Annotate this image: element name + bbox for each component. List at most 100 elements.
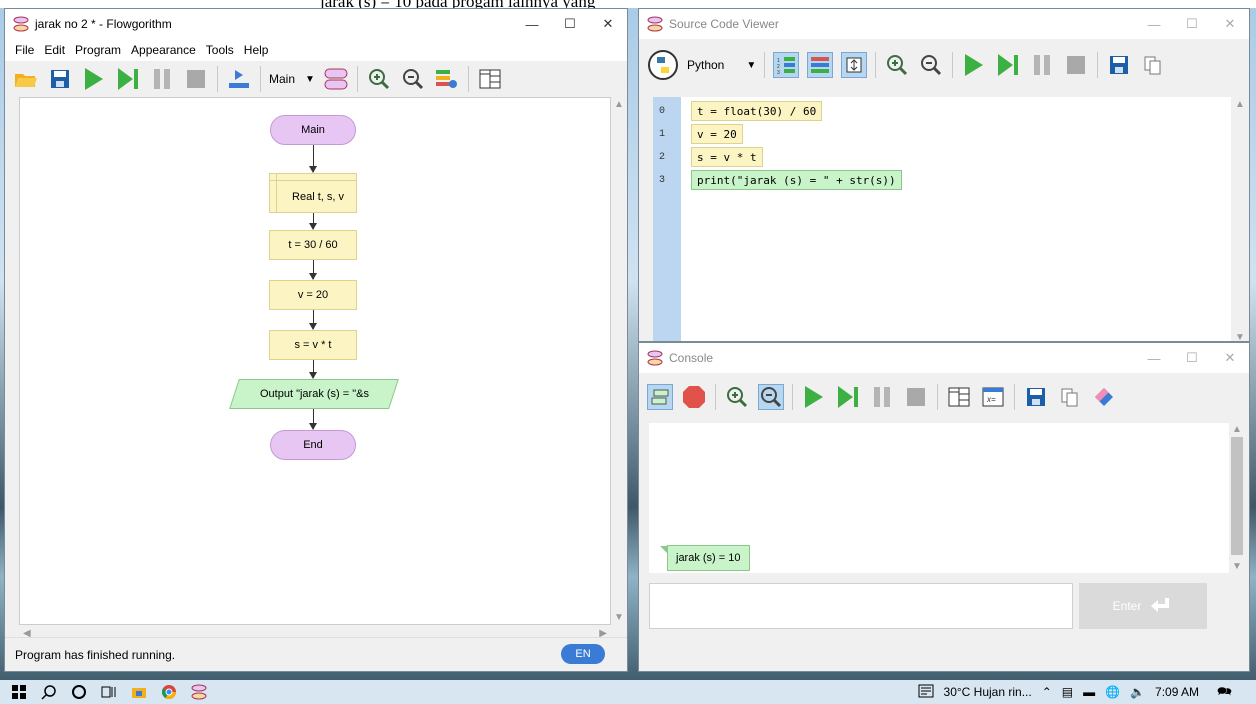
flowchart-output[interactable]: Output "jarak (s) = "&s [229,379,399,409]
step-icon[interactable] [995,52,1021,78]
chart-layout-icon[interactable] [226,66,252,92]
console-output-area[interactable]: jarak (s) = 10 [649,423,1229,573]
line-numbers-icon[interactable]: 123 [773,52,800,78]
scroll-down-icon[interactable]: ▼ [1235,332,1245,341]
file-explorer-icon[interactable] [128,681,150,703]
save-icon[interactable] [1106,52,1132,78]
copy-icon[interactable] [1140,52,1166,78]
language-badge[interactable]: EN [561,644,605,664]
menu-help[interactable]: Help [244,43,269,57]
zoom-out-icon[interactable] [918,52,944,78]
line-number: 0 [659,106,666,117]
close-button[interactable]: ✕ [589,9,627,39]
weather-text[interactable]: 30°C Hujan rin... [944,685,1032,699]
flowgorithm-titlebar[interactable]: jarak no 2 * - Flowgorithm — ☐ ✕ [5,9,627,39]
vertical-scrollbar[interactable]: ▲ ▼ [1231,97,1249,341]
layout-windows-icon[interactable] [477,66,503,92]
volume-icon[interactable]: 🔈 [1130,685,1145,699]
code-area[interactable]: t = float(30) / 60 v = 20 s = v * t prin… [681,97,1239,341]
language-select[interactable]: Python ▼ [687,58,756,72]
console-titlebar[interactable]: Console — ☐ ✕ [639,343,1249,373]
scroll-up-icon[interactable]: ▲ [614,99,624,110]
zoom-in-icon[interactable] [366,66,392,92]
step-icon[interactable] [115,66,141,92]
run-icon[interactable] [961,52,987,78]
close-button[interactable]: ✕ [1211,343,1249,373]
show-chat-icon[interactable] [647,384,673,410]
run-icon[interactable] [801,384,827,410]
menu-tools[interactable]: Tools [206,43,234,57]
stop-icon[interactable] [903,384,929,410]
code-line: s = v * t [691,147,763,167]
flowchart-end[interactable]: End [270,430,356,460]
enter-button[interactable]: Enter [1079,583,1207,629]
pause-icon[interactable] [1029,52,1055,78]
maximize-button[interactable]: ☐ [1173,343,1211,373]
pause-icon[interactable] [869,384,895,410]
copy-icon[interactable] [1057,384,1083,410]
variable-window-icon[interactable]: x= [980,384,1006,410]
maximize-button[interactable]: ☐ [1173,9,1211,39]
function-select[interactable]: Main ▼ [269,72,315,86]
maximize-button[interactable]: ☐ [551,9,589,39]
eraser-icon[interactable] [1091,384,1117,410]
layout-windows-icon[interactable] [946,384,972,410]
network-icon[interactable]: 🌐 [1105,685,1120,699]
enter-return-icon [1149,596,1173,617]
weather-icon[interactable] [918,684,934,701]
step-icon[interactable] [835,384,861,410]
stop-sign-icon[interactable] [681,384,707,410]
task-view-icon[interactable] [98,681,120,703]
variable-watch-icon[interactable] [434,66,460,92]
scroll-down-icon[interactable]: ▼ [1232,561,1242,572]
flowchart-assign-t[interactable]: t = 30 / 60 [269,230,357,260]
save-icon[interactable] [1023,384,1049,410]
console-input-field[interactable] [649,583,1073,629]
minimize-button[interactable]: — [1135,9,1173,39]
pause-icon[interactable] [149,66,175,92]
flowchart-declare[interactable]: Real t, s, v [269,173,357,213]
notification-icon[interactable]: 🗪 [1217,682,1232,703]
meet-now-icon[interactable]: ▤ [1062,685,1073,699]
menu-edit[interactable]: Edit [44,43,65,57]
flowgorithm-logo-icon[interactable] [188,681,210,703]
battery-icon[interactable]: ▬ [1083,685,1095,699]
menu-file[interactable]: File [15,43,34,57]
search-icon[interactable] [38,681,60,703]
run-icon[interactable] [81,66,107,92]
chrome-icon[interactable] [158,681,180,703]
stop-icon[interactable] [1063,52,1089,78]
minimize-button[interactable]: — [1135,343,1173,373]
chevron-up-icon[interactable]: ⌃ [1042,685,1052,699]
auto-scroll-icon[interactable] [841,52,868,78]
vertical-scrollbar[interactable]: ▲ ▼ [1229,423,1245,573]
flowchart-canvas[interactable]: Main Real t, s, v t = 30 / 60 v = 20 s =… [19,97,611,625]
menu-appearance[interactable]: Appearance [131,43,196,57]
open-folder-icon[interactable] [13,66,39,92]
cortana-icon[interactable] [68,681,90,703]
scrollbar-thumb[interactable] [1231,437,1243,555]
windows-start-icon[interactable] [8,681,30,703]
menu-program[interactable]: Program [75,43,121,57]
scroll-up-icon[interactable]: ▲ [1232,424,1242,435]
flowchart-assign-s[interactable]: s = v * t [269,330,357,360]
flowchart-end-label: End [303,439,323,451]
flowchart-start[interactable]: Main [270,115,356,145]
close-button[interactable]: ✕ [1211,9,1249,39]
highlight-lines-icon[interactable] [807,52,834,78]
flowchart-assign-v[interactable]: v = 20 [269,280,357,310]
minimize-button[interactable]: — [513,9,551,39]
source-viewer-titlebar[interactable]: Source Code Viewer — ☐ ✕ [639,9,1249,39]
zoom-out-icon[interactable] [400,66,426,92]
vertical-scrollbar[interactable]: ▲ ▼ [611,97,627,625]
zoom-out-icon[interactable] [758,384,784,410]
toolbar-separator [356,66,358,92]
scroll-down-icon[interactable]: ▼ [614,612,624,623]
clock[interactable]: 7:09 AM [1155,685,1199,699]
zoom-in-icon[interactable] [724,384,750,410]
stop-icon[interactable] [183,66,209,92]
scroll-up-icon[interactable]: ▲ [1235,99,1245,110]
manage-functions-icon[interactable] [323,66,349,92]
save-icon[interactable] [47,66,73,92]
zoom-in-icon[interactable] [884,52,910,78]
